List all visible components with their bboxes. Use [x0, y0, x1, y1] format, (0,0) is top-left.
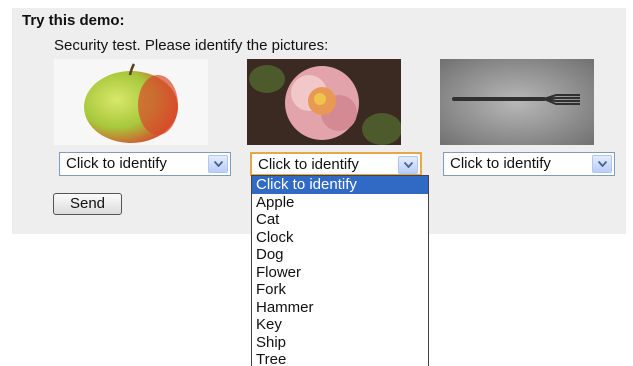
flower-image — [247, 59, 401, 145]
identify-select-2[interactable]: Click to identify — [250, 152, 422, 176]
dropdown-option[interactable]: Ship — [252, 334, 428, 352]
chevron-down-icon[interactable] — [398, 156, 418, 174]
dropdown-option[interactable]: Apple — [252, 194, 428, 212]
identify-dropdown-list: Click to identify Apple Cat Clock Dog Fl… — [251, 175, 429, 366]
dropdown-option[interactable]: Dog — [252, 246, 428, 264]
dropdown-option[interactable]: Hammer — [252, 299, 428, 317]
dropdown-option[interactable]: Tree — [252, 351, 428, 366]
send-button[interactable]: Send — [53, 193, 122, 215]
dropdown-option[interactable]: Fork — [252, 281, 428, 299]
chevron-down-icon[interactable] — [208, 155, 228, 173]
demo-title: Try this demo: — [22, 12, 125, 29]
chevron-down-icon[interactable] — [592, 155, 612, 173]
identify-select-3[interactable]: Click to identify — [443, 152, 615, 176]
instruction-text: Security test. Please identify the pictu… — [54, 37, 329, 54]
dropdown-option[interactable]: Clock — [252, 229, 428, 247]
identify-select-1[interactable]: Click to identify — [59, 152, 231, 176]
dropdown-option[interactable]: Cat — [252, 211, 428, 229]
select-2-value: Click to identify — [258, 156, 359, 173]
dropdown-option[interactable]: Click to identify — [252, 176, 428, 194]
dropdown-option[interactable]: Flower — [252, 264, 428, 282]
select-3-value: Click to identify — [450, 155, 551, 172]
fork-image — [440, 59, 594, 145]
select-1-value: Click to identify — [66, 155, 167, 172]
dropdown-option[interactable]: Key — [252, 316, 428, 334]
apple-image — [54, 59, 208, 145]
